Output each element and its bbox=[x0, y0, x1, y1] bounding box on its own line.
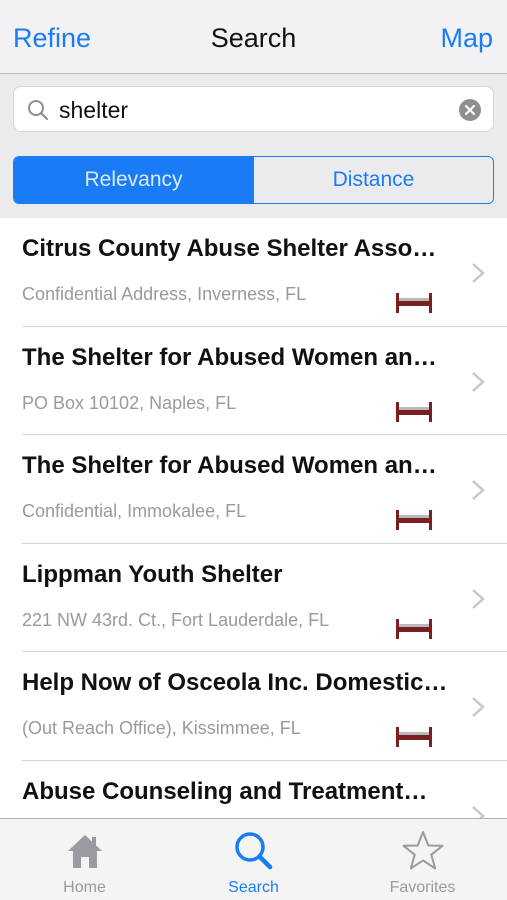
home-icon bbox=[67, 835, 102, 868]
segment-relevancy[interactable]: Relevancy bbox=[14, 157, 253, 203]
tab-home[interactable]: Home bbox=[0, 819, 169, 900]
search-input[interactable]: shelter bbox=[13, 86, 494, 132]
result-address: 221 NW 43rd. Ct., Fort Lauderdale, FL bbox=[22, 609, 330, 630]
tab-search[interactable]: Search bbox=[169, 819, 338, 900]
star-icon bbox=[402, 831, 443, 870]
navigation-bar: Refine Search Map bbox=[0, 0, 507, 74]
bed-icon bbox=[396, 727, 432, 747]
tab-search-label: Search bbox=[228, 879, 279, 896]
list-item[interactable]: Citrus County Abuse Shelter Asso… Confid… bbox=[0, 218, 507, 327]
bed-icon bbox=[396, 510, 432, 530]
chevron-right-icon bbox=[472, 371, 485, 392]
list-item[interactable]: Lippman Youth Shelter 221 NW 43rd. Ct., … bbox=[0, 544, 507, 652]
result-title: The Shelter for Abused Women an… bbox=[22, 452, 437, 479]
result-address: Confidential, Immokalee, FL bbox=[22, 501, 247, 521]
result-address: PO Box 10102, Naples, FL bbox=[22, 392, 237, 413]
bed-icon bbox=[396, 293, 432, 313]
tab-favorites-label: Favorites bbox=[389, 879, 456, 896]
result-address: (Out Reach Office), Kissimmee, FL bbox=[22, 718, 301, 738]
result-title: Help Now of Osceola Inc. Domestic… bbox=[22, 669, 448, 696]
tab-home-label: Home bbox=[63, 879, 106, 896]
result-address: Confidential Address, Inverness, FL bbox=[22, 284, 307, 304]
result-title: Citrus County Abuse Shelter Asso… bbox=[22, 235, 437, 262]
chevron-right-icon bbox=[472, 805, 485, 818]
search-query-text[interactable]: shelter bbox=[59, 96, 128, 124]
bed-icon bbox=[396, 401, 432, 422]
list-item[interactable]: The Shelter for Abused Women an… PO Box … bbox=[0, 327, 507, 435]
page-title: Search bbox=[210, 23, 297, 53]
results-list: Citrus County Abuse Shelter Asso… Confid… bbox=[0, 218, 507, 818]
search-icon bbox=[234, 832, 272, 870]
result-title: Lippman Youth Shelter bbox=[22, 560, 283, 588]
search-icon bbox=[28, 100, 49, 121]
bed-icon bbox=[396, 618, 432, 639]
segment-distance[interactable]: Distance bbox=[253, 157, 493, 203]
chevron-right-icon bbox=[472, 697, 485, 717]
map-button[interactable]: Map bbox=[440, 20, 493, 56]
sort-segmented-control: Relevancy Distance bbox=[13, 156, 494, 204]
tab-favorites[interactable]: Favorites bbox=[338, 819, 507, 900]
tab-bar: Home Search Favorites bbox=[0, 818, 507, 900]
chevron-right-icon bbox=[472, 480, 485, 500]
clear-icon[interactable] bbox=[458, 98, 482, 122]
chevron-right-icon bbox=[472, 263, 485, 283]
list-item[interactable]: The Shelter for Abused Women an… Confide… bbox=[0, 435, 507, 544]
list-item[interactable]: Abuse Counseling and Treatment… bbox=[0, 761, 507, 818]
list-item[interactable]: Help Now of Osceola Inc. Domestic… (Out … bbox=[0, 652, 507, 761]
result-title: Abuse Counseling and Treatment… bbox=[22, 777, 428, 805]
result-title: The Shelter for Abused Women an… bbox=[22, 343, 437, 371]
chevron-right-icon bbox=[472, 588, 485, 609]
search-area: shelter Relevancy Distance bbox=[0, 74, 507, 218]
